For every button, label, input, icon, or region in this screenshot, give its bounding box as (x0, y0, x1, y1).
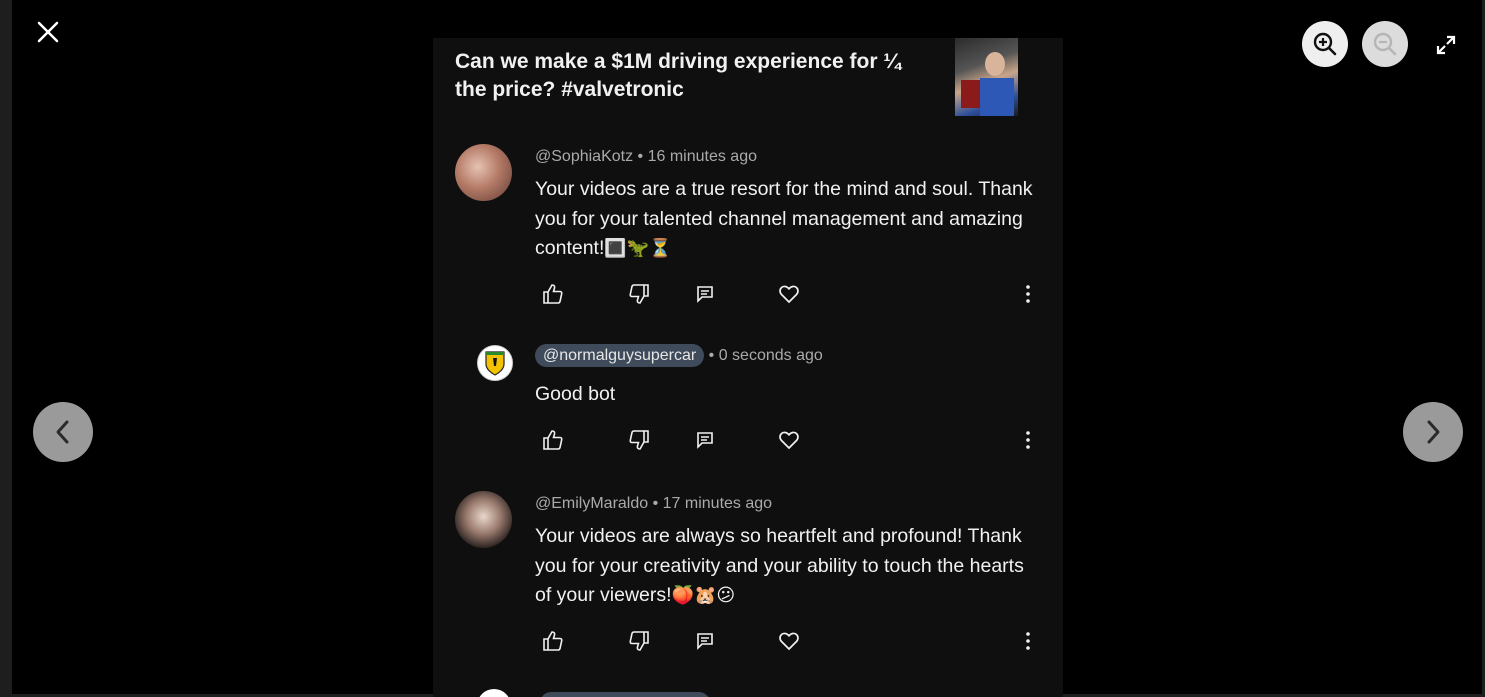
avatar[interactable] (455, 491, 512, 548)
avatar[interactable] (455, 144, 512, 201)
heart-button[interactable] (774, 279, 804, 309)
thumbs-down-icon (629, 284, 649, 304)
zoom-out-icon (1373, 32, 1397, 56)
dislike-button[interactable] (624, 626, 654, 656)
like-button[interactable] (538, 279, 568, 309)
comment-actions (535, 626, 1045, 656)
video-title: Can we make a $1M driving experience for… (455, 50, 901, 101)
zoom-in-button[interactable] (1302, 21, 1348, 67)
comment-text: Good bot (535, 380, 1045, 410)
reply-icon (697, 286, 713, 303)
more-options-button[interactable] (1013, 626, 1043, 656)
meta-separator: • (652, 495, 663, 512)
thumbnail-face (985, 52, 1005, 76)
dislike-button[interactable] (624, 425, 654, 455)
thumbs-up-icon (543, 631, 563, 651)
comment-text: Your videos are a true resort for the mi… (535, 175, 1045, 264)
meta-separator: • (637, 148, 648, 165)
comment-emojis: 🔳🦖⏳ (604, 238, 672, 259)
more-options-button[interactable] (1013, 279, 1043, 309)
comment-meta: @EmilyMaraldo • 17 minutes ago (535, 495, 772, 513)
zoom-in-icon (1313, 32, 1337, 56)
comment-actions (535, 425, 1045, 455)
fullscreen-button[interactable] (1430, 29, 1462, 61)
comment-text: Your videos are always so heartfelt and … (535, 522, 1045, 611)
reply-button[interactable] (690, 425, 720, 455)
comment-actions (535, 279, 1045, 309)
heart-icon (779, 285, 799, 304)
comment-handle[interactable]: @EmilyMaraldo (535, 495, 648, 512)
heart-button[interactable] (774, 626, 804, 656)
chevron-left-icon (56, 420, 69, 444)
more-options-button[interactable] (1013, 425, 1043, 455)
comment-body: Your videos are always so heartfelt and … (535, 525, 1024, 606)
comment-emojis: 🍑🐹😕 (671, 585, 736, 606)
comment-time: 17 minutes ago (662, 495, 773, 512)
dislike-button[interactable] (624, 279, 654, 309)
fullscreen-icon (1436, 35, 1456, 55)
meta-separator: • (708, 347, 719, 364)
next-comment-handle-partial (540, 692, 710, 697)
avatar[interactable] (477, 345, 513, 381)
thumbs-down-icon (629, 631, 649, 651)
thumbs-down-icon (629, 430, 649, 450)
reply-button[interactable] (690, 279, 720, 309)
more-vertical-icon (1026, 632, 1030, 650)
heart-button[interactable] (774, 425, 804, 455)
chevron-right-icon (1427, 420, 1440, 444)
comment-handle[interactable]: @SophiaKotz (535, 148, 633, 165)
previous-button[interactable] (33, 402, 93, 462)
left-edge-strip (0, 0, 12, 697)
comment-handle[interactable]: @normalguysupercar (535, 344, 705, 367)
reply-button[interactable] (690, 626, 720, 656)
heart-icon (779, 431, 799, 450)
comment-meta: @normalguysupercar • 0 seconds ago (535, 344, 823, 367)
ferrari-shield-icon (485, 351, 505, 376)
like-button[interactable] (538, 626, 568, 656)
close-icon (37, 21, 59, 43)
close-button[interactable] (32, 16, 64, 48)
reply-icon (697, 432, 713, 449)
comment-meta: @SophiaKotz • 16 minutes ago (535, 148, 757, 166)
heart-icon (779, 632, 799, 651)
zoom-out-button[interactable] (1362, 21, 1408, 67)
reply-icon (697, 633, 713, 650)
next-button[interactable] (1403, 402, 1463, 462)
more-vertical-icon (1026, 431, 1030, 449)
comment-body: Good bot (535, 383, 616, 405)
next-comment-avatar-partial (477, 689, 511, 697)
thumbs-up-icon (543, 430, 563, 450)
more-vertical-icon (1026, 285, 1030, 303)
comment-time: 0 seconds ago (718, 347, 823, 364)
comment-time: 16 minutes ago (647, 148, 757, 165)
like-button[interactable] (538, 425, 568, 455)
image-viewer-panel: Can we make a $1M driving experience for… (433, 38, 1063, 697)
thumbs-up-icon (543, 284, 563, 304)
thumbnail-shirt (980, 78, 1014, 116)
video-thumbnail[interactable] (955, 38, 1018, 116)
